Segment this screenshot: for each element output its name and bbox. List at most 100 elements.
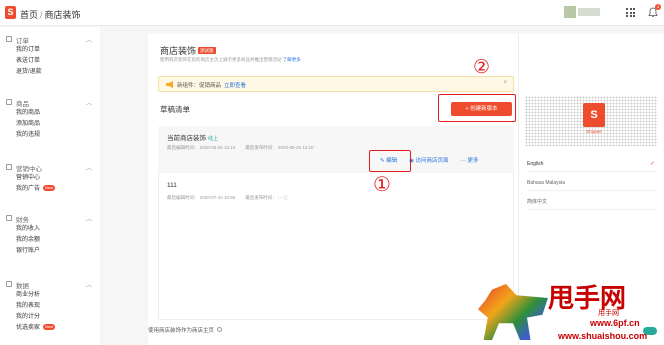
speaker-icon xyxy=(166,81,173,88)
notice-text: 新组件：促销商品 xyxy=(177,83,222,89)
avatar[interactable] xyxy=(564,6,576,18)
sidebar-section-title: 财务 xyxy=(16,217,29,224)
sidebar-section-header[interactable]: 商品 ︿ xyxy=(0,97,100,108)
use-as-homepage-label: 使用商店装饰作为商店主页 xyxy=(148,328,215,334)
current-title-text: 当前商店装饰 xyxy=(167,135,206,142)
sidebar-section-title: 订单 xyxy=(16,38,29,45)
current-decoration-card: 当前商店装饰 线上 最后编辑时间： 2020-05-25 12:10 最后发布时间：… xyxy=(158,126,514,173)
sidebar-section-data: 数据 ︿ 商业分析 我的表现 我的计分 优选卖家 New xyxy=(0,279,100,334)
new-badge: New xyxy=(43,185,56,192)
sidebar-section-header[interactable]: 营销中心 ︿ xyxy=(0,162,100,173)
draft-item[interactable]: 111 最后编辑时间： 2020-07-10 10:55 最后发布时间： - - … xyxy=(158,182,514,222)
breadcrumb-home[interactable]: 首页 xyxy=(20,10,38,20)
notification-count-badge: 3 xyxy=(655,4,661,10)
sidebar-item-returns[interactable]: 退货/退款 xyxy=(0,67,100,78)
current-meta: 最后编辑时间： 2020-05-25 12:10 最后发布时间： 2020-05-… xyxy=(167,145,324,151)
box-icon xyxy=(6,99,12,105)
use-as-homepage-row: 使用商店装饰作为商店主页 xyxy=(148,326,518,334)
chevron-up-icon[interactable]: ︿ xyxy=(86,280,92,289)
sidebar-item-bank-account[interactable]: 银行账户 xyxy=(0,246,100,257)
sidebar-item-label: 优选卖家 xyxy=(16,325,41,331)
shopee-logo[interactable]: S xyxy=(5,6,16,19)
breadcrumb: 首页 / 商店装饰 xyxy=(20,8,81,21)
sidebar-section-title: 商品 xyxy=(16,101,29,108)
sidebar-section-header[interactable]: 财务 ︿ xyxy=(0,213,100,224)
chevron-up-icon[interactable]: ︿ xyxy=(86,163,92,172)
chevron-up-icon[interactable]: ︿ xyxy=(86,214,92,223)
chart-icon xyxy=(6,281,12,287)
apps-grid-icon[interactable] xyxy=(626,8,635,17)
sidebar-item-my-balance[interactable]: 我的余额 xyxy=(0,235,100,246)
shopee-bag-icon: S xyxy=(583,103,605,127)
language-option-chinese[interactable]: 简体中文 xyxy=(527,194,657,210)
last-publish-time: 最后发布时间： 2020-05-25 12:10 xyxy=(245,145,314,150)
sidebar-item-business-insights[interactable]: 商业分析 xyxy=(0,290,100,301)
sidebar-item-my-products[interactable]: 我的商品 xyxy=(0,108,100,119)
sidebar-section-finance: 财务 ︿ 我的收入 我的余额 银行账户 xyxy=(0,213,100,257)
draft-last-publish: 最后发布时间： - - ⓘ xyxy=(245,195,289,200)
draft-title: 111 xyxy=(167,182,177,189)
subtitle-text: 使用商店装饰在您的商店主页上展示更多商品并推出营销活动 xyxy=(160,57,282,62)
sidebar-item-my-performance[interactable]: 我的表现 xyxy=(0,301,100,312)
language-option-malay[interactable]: Bahasa Malaysia xyxy=(527,175,657,191)
wallet-icon xyxy=(6,215,12,221)
watermark-url2: www.shuaishou.com xyxy=(558,331,648,341)
chevron-up-icon[interactable]: ︿ xyxy=(86,98,92,107)
tag-icon xyxy=(6,164,12,170)
notice-banner: 新组件：促销商品 立即查看 × xyxy=(158,76,514,92)
check-icon: ✓ xyxy=(649,161,655,167)
watermark-url1: www.6pf.cn xyxy=(590,318,640,328)
sidebar-section-marketing: 营销中心 ︿ 营销中心 我的广告 New xyxy=(0,162,100,195)
sidebar-section-header[interactable]: 订单 ︿ xyxy=(0,34,100,45)
more-button[interactable]: ··· 更多 xyxy=(460,158,478,164)
drafts-title: 草稿清单 xyxy=(160,105,190,114)
watermark: 甩手网 用手网 www.6pf.cn www.shuaishou.com xyxy=(478,278,664,345)
draft-meta: 最后编辑时间： 2020-07-10 10:55 最后发布时间： - - ⓘ xyxy=(167,195,298,201)
chevron-up-icon[interactable]: ︿ xyxy=(86,35,92,44)
sidebar-item-preferred-seller[interactable]: 优选卖家 New xyxy=(0,323,100,334)
info-icon[interactable] xyxy=(217,327,223,332)
annotation-box-create xyxy=(438,94,516,122)
new-badge: New xyxy=(43,324,56,331)
visit-shop-button[interactable]: ◉ 访问商店页面 xyxy=(409,158,448,164)
username-blurred[interactable] xyxy=(578,8,600,16)
sidebar-section-title: 数据 xyxy=(16,283,29,290)
watermark-bull-logo xyxy=(478,284,548,340)
language-label: English xyxy=(527,161,544,167)
annotation-box-edit xyxy=(369,150,411,172)
notice-view-link[interactable]: 立即查看 xyxy=(224,83,246,89)
sidebar-section-header[interactable]: 数据 ︿ xyxy=(0,279,100,290)
top-bar: S 首页 / 商店装饰 3 xyxy=(0,0,664,26)
sidebar-item-mass-ship[interactable]: 表送订单 xyxy=(0,56,100,67)
sidebar-section-products: 商品 ︿ 我的商品 添加商品 我的违规 xyxy=(0,97,100,141)
sidebar-item-marketing-center[interactable]: 营销中心 xyxy=(0,173,100,184)
sidebar-section-orders: 订单 ︿ 我的订单 表送订单 退货/退款 xyxy=(0,34,100,78)
page-subtitle: 使用商店装饰在您的商店主页上展示更多商品并推出营销活动 了解更多 xyxy=(160,57,301,63)
annotation-number-2: ② xyxy=(473,57,491,78)
clipboard-icon xyxy=(6,36,12,42)
watermark-sub1: 用手网 xyxy=(598,310,619,317)
sidebar-section-title: 营销中心 xyxy=(16,166,42,173)
breadcrumb-separator: / xyxy=(40,10,43,20)
sidebar-item-label: 我的广告 xyxy=(16,186,41,192)
last-edit-time: 最后编辑时间： 2020-05-25 12:10 xyxy=(167,145,236,150)
page-title-text: 商店装饰 xyxy=(160,46,197,56)
learn-more-link[interactable]: 了解更多 xyxy=(283,57,301,62)
beta-badge: 测试版 xyxy=(198,47,216,54)
notice-text-wrap: 新组件：促销商品 立即查看 xyxy=(177,81,246,89)
sidebar-item-my-ads[interactable]: 我的广告 New xyxy=(0,184,100,195)
draft-last-edit: 最后编辑时间： 2020-07-10 10:55 xyxy=(167,195,236,200)
main-panel: 商店装饰 测试版 使用商店装饰在您的商店主页上展示更多商品并推出营销活动 了解更多… xyxy=(148,34,518,345)
sidebar-item-my-orders[interactable]: 我的订单 xyxy=(0,45,100,56)
sidebar-item-my-score[interactable]: 我的计分 xyxy=(0,312,100,323)
close-icon[interactable]: × xyxy=(503,80,507,86)
sidebar: 订单 ︿ 我的订单 表送订单 退货/退款 商品 ︿ 我的商品 添加商品 我的违规… xyxy=(0,27,100,345)
shopee-label: Shopee xyxy=(586,129,602,134)
sidebar-item-my-income[interactable]: 我的收入 xyxy=(0,224,100,235)
breadcrumb-current: 商店装饰 xyxy=(44,10,81,20)
page-title: 商店装饰 测试版 xyxy=(160,44,216,57)
notification-bell-icon[interactable]: 3 xyxy=(648,4,661,18)
sidebar-item-violations[interactable]: 我的违规 xyxy=(0,130,100,141)
sidebar-item-add-product[interactable]: 添加商品 xyxy=(0,119,100,130)
language-option-english[interactable]: English ✓ xyxy=(527,156,657,172)
